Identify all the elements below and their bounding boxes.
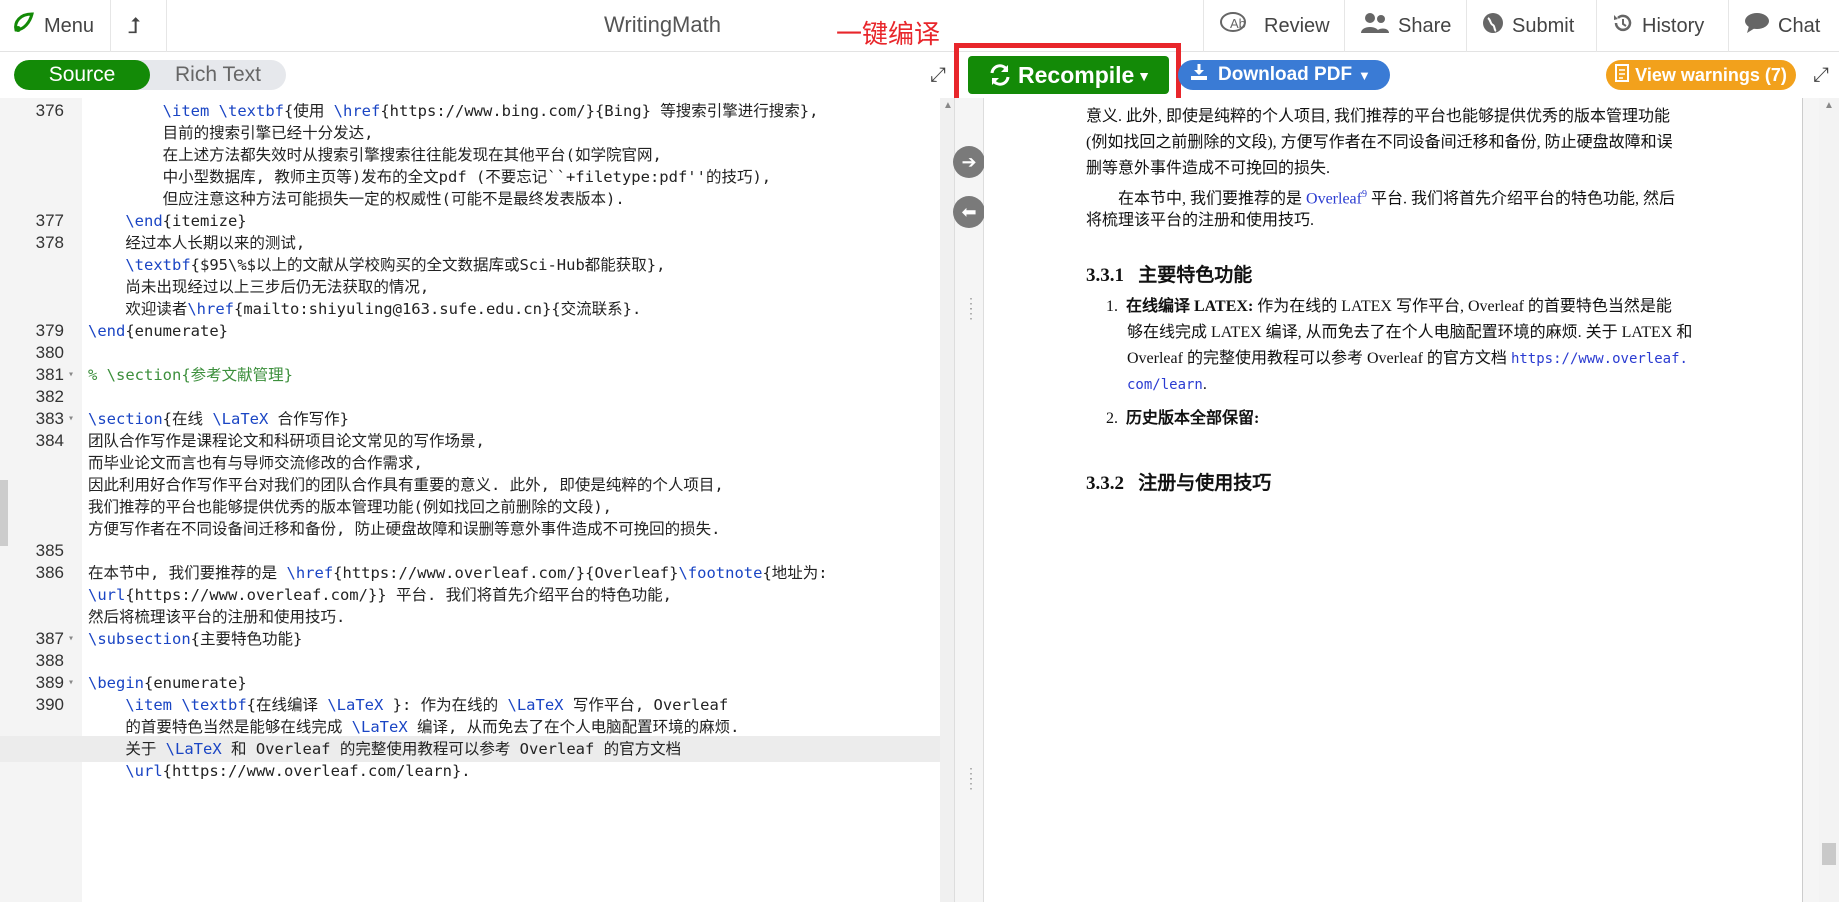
- editor-mode-toggle: Source Rich Text: [14, 60, 286, 90]
- list-bold: 在线编译 LATEX:: [1126, 298, 1254, 315]
- editor-scrollbar[interactable]: ▲: [940, 98, 954, 902]
- review-icon: Ab: [1220, 12, 1256, 40]
- collapse-file-tree-handle[interactable]: [0, 480, 8, 546]
- menu-label: Menu: [44, 14, 95, 37]
- overleaf-learn-link[interactable]: https://www.overleaf.: [1511, 351, 1688, 367]
- history-icon: [1612, 12, 1634, 40]
- download-pdf-button[interactable]: Download PDF ▼: [1178, 60, 1390, 90]
- annotation-label: 一键编译: [836, 19, 941, 49]
- scroll-up-icon[interactable]: ▲: [1824, 100, 1834, 111]
- scrollbar-thumb[interactable]: [1822, 843, 1836, 865]
- code-text: \url{https://www.overleaf.com/learn}.: [125, 762, 471, 780]
- expand-editor-icon[interactable]: ⤢: [927, 64, 949, 86]
- code-editor[interactable]: 376 \item \textbf{使用 \href{https://www.b…: [0, 98, 940, 902]
- pdf-page: 意义. 此外, 即使是纯粹的个人项目, 我们推荐的平台也能够提供优秀的版本管理功…: [984, 98, 1803, 902]
- pdf-text: 删等意外事件造成不可挽回的损失.: [1086, 160, 1331, 177]
- submit-button[interactable]: Submit: [1482, 0, 1574, 52]
- overleaf-learn-link[interactable]: com/learn: [1127, 377, 1203, 393]
- download-options-caret-icon[interactable]: ▼: [1358, 68, 1371, 83]
- source-mode-button[interactable]: Source: [14, 60, 150, 90]
- users-icon: [1360, 12, 1390, 40]
- pdf-text: Overleaf 的完整使用教程可以参考 Overleaf 的官方文档 http…: [1127, 346, 1688, 372]
- editor-toolbar: Source Rich Text ⤢ ⤢: [0, 52, 1839, 98]
- pdf-subsection-heading: 3.3.1 主要特色功能: [1086, 260, 1252, 287]
- refresh-icon: [988, 63, 1012, 93]
- history-label: History: [1642, 14, 1705, 37]
- view-warnings-button[interactable]: View warnings (7): [1606, 60, 1796, 90]
- review-button[interactable]: Ab Review: [1220, 0, 1330, 52]
- pdf-text: com/learn.: [1127, 372, 1207, 398]
- pdf-text: 平台. 我们将首先介绍平台的特色功能, 然后: [1366, 190, 1675, 208]
- pdf-text: (例如找回之前删除的文段), 方便写作者在不同设备间迁移和备份, 防止硬盘故障和…: [1086, 134, 1673, 151]
- review-label: Review: [1264, 14, 1330, 37]
- chat-label: Chat: [1778, 14, 1821, 37]
- list-item: 1. 在线编译 LATEX: 作为在线的 LATEX 写作平台, Overlea…: [1106, 294, 1672, 320]
- download-icon: [1190, 63, 1208, 87]
- pdf-subsection-heading: 3.3.2 注册与使用技巧: [1086, 468, 1271, 495]
- resize-handle-icon[interactable]: ⋮ ⋮: [964, 296, 978, 338]
- project-title[interactable]: WritingMath: [604, 12, 721, 38]
- sync-to-pdf-icon[interactable]: ➔: [953, 146, 985, 178]
- pdf-text: 意义. 此外, 即使是纯粹的个人项目, 我们推荐的平台也能够提供优秀的版本管理功…: [1086, 108, 1671, 125]
- heading-number: 3.3.1: [1086, 265, 1124, 286]
- code-line[interactable]: \url{https://www.overleaf.com/learn}.: [0, 758, 940, 784]
- history-button[interactable]: History: [1612, 0, 1704, 52]
- scroll-up-icon[interactable]: ▲: [943, 100, 953, 111]
- pdf-text: 够在线完成 LATEX 编译, 从而免去了在个人电脑配置环境的麻烦. 关于 LA…: [1127, 324, 1693, 341]
- document-icon: [1615, 63, 1630, 87]
- list-number: 1.: [1106, 298, 1118, 315]
- sync-to-code-icon[interactable]: ⬅: [953, 196, 985, 228]
- chat-icon: [1744, 12, 1770, 40]
- share-button[interactable]: Share: [1360, 0, 1451, 52]
- pdf-text: .: [1202, 376, 1207, 393]
- pdf-text: Overleaf 的完整使用教程可以参考 Overleaf 的官方文档: [1127, 350, 1511, 367]
- resize-handle-icon[interactable]: ⋮ ⋮: [964, 766, 978, 808]
- recompile-label: Recompile: [1018, 61, 1135, 88]
- share-label: Share: [1398, 14, 1452, 37]
- svg-text:Ab: Ab: [1230, 16, 1246, 31]
- menu-button[interactable]: Menu: [10, 0, 94, 52]
- recompile-options-caret-icon[interactable]: ▼: [1128, 62, 1160, 90]
- heading-title: 注册与使用技巧: [1138, 473, 1272, 494]
- overleaf-link[interactable]: Overleaf: [1306, 190, 1362, 207]
- pdf-preview[interactable]: 意义. 此外, 即使是纯粹的个人项目, 我们推荐的平台也能够提供优秀的版本管理功…: [984, 98, 1819, 902]
- globe-icon: [1482, 12, 1504, 40]
- pdf-scrollbar[interactable]: ▲: [1819, 98, 1839, 902]
- list-number: 2.: [1106, 410, 1118, 427]
- view-warnings-label: View warnings (7): [1635, 64, 1787, 85]
- heading-number: 3.3.2: [1086, 473, 1124, 494]
- submit-label: Submit: [1512, 14, 1575, 37]
- list-item: 2. 历史版本全部保留:: [1106, 406, 1259, 432]
- back-to-projects-icon[interactable]: ⮥: [128, 0, 141, 52]
- rich-text-mode-button[interactable]: Rich Text: [150, 60, 286, 90]
- top-bar: Menu ⮥ WritingMath 一键编译 Ab Review Share …: [0, 0, 1839, 52]
- overleaf-logo-icon: [10, 10, 36, 42]
- pdf-text: 作为在线的 LATEX 写作平台, Overleaf 的首要特色当然是能: [1253, 298, 1672, 315]
- list-bold: 历史版本全部保留:: [1126, 410, 1260, 427]
- download-pdf-label: Download PDF: [1218, 64, 1353, 85]
- heading-title: 主要特色功能: [1138, 265, 1253, 286]
- expand-pdf-icon[interactable]: ⤢: [1810, 64, 1832, 86]
- chat-button[interactable]: Chat: [1744, 0, 1820, 52]
- pdf-text: 在本节中, 我们要推荐的是: [1118, 190, 1307, 208]
- pane-divider[interactable]: ➔ ⬅ ⋮ ⋮ ⋮ ⋮: [953, 98, 985, 902]
- pdf-text: 将梳理该平台的注册和使用技巧.: [1086, 212, 1315, 229]
